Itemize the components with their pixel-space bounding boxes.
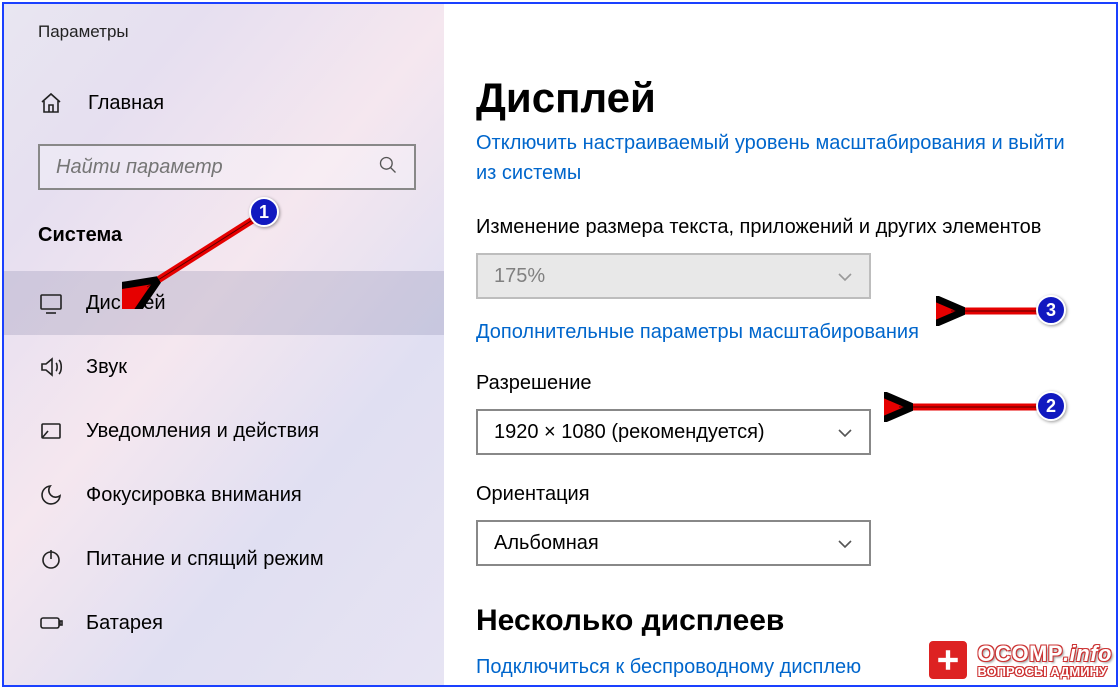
sound-icon xyxy=(38,354,64,380)
watermark-plus-icon xyxy=(927,639,969,681)
chevron-down-icon xyxy=(837,424,853,440)
scale-value: 175% xyxy=(494,265,545,288)
sidebar-item-focus[interactable]: Фокусировка внимания xyxy=(4,463,444,527)
page-title: Дисплей xyxy=(476,4,1116,122)
annotation-badge-1: 1 xyxy=(249,197,279,227)
annotation-arrow-2 xyxy=(884,392,1054,422)
home-label: Главная xyxy=(88,92,164,115)
sidebar-item-power[interactable]: Питание и спящий режим xyxy=(4,527,444,591)
power-icon xyxy=(38,546,64,572)
sidebar-item-label: Фокусировка внимания xyxy=(86,484,302,507)
orientation-label: Ориентация xyxy=(476,483,1116,506)
battery-icon xyxy=(38,610,64,636)
disable-custom-scaling-link[interactable]: Отключить настраиваемый уровень масштаби… xyxy=(476,128,1116,188)
resolution-value: 1920 × 1080 (рекомендуется) xyxy=(494,421,765,444)
watermark-tagline: ВОПРОСЫ АДМИНУ xyxy=(977,665,1112,678)
notifications-icon xyxy=(38,418,64,444)
app-title: Параметры xyxy=(4,4,444,42)
sidebar-item-battery[interactable]: Батарея xyxy=(4,591,444,655)
display-icon xyxy=(38,290,64,316)
sidebar-item-label: Питание и спящий режим xyxy=(86,548,324,571)
sidebar-item-notifications[interactable]: Уведомления и действия xyxy=(4,399,444,463)
sidebar-item-sound[interactable]: Звук xyxy=(4,335,444,399)
search-input[interactable] xyxy=(56,156,366,179)
resolution-dropdown[interactable]: 1920 × 1080 (рекомендуется) xyxy=(476,409,871,455)
chevron-down-icon xyxy=(837,268,853,284)
multiple-displays-header: Несколько дисплеев xyxy=(476,604,1116,638)
home-icon xyxy=(38,90,64,116)
scale-label: Изменение размера текста, приложений и д… xyxy=(476,216,1116,239)
home-nav[interactable]: Главная xyxy=(4,90,444,116)
annotation-badge-3: 3 xyxy=(1036,295,1066,325)
watermark: OCOMP.info ВОПРОСЫ АДМИНУ xyxy=(927,639,1112,681)
sidebar-item-label: Уведомления и действия xyxy=(86,420,319,443)
annotation-badge-2: 2 xyxy=(1036,391,1066,421)
settings-content: Дисплей Отключить настраиваемый уровень … xyxy=(444,4,1116,685)
search-icon xyxy=(378,155,398,180)
orientation-dropdown[interactable]: Альбомная xyxy=(476,520,871,566)
nav-list: Дисплей Звук Уведомления и действия Фоку… xyxy=(4,271,444,655)
sidebar-item-label: Батарея xyxy=(86,612,163,635)
scale-dropdown: 175% xyxy=(476,253,871,299)
chevron-down-icon xyxy=(837,535,853,551)
watermark-brand: OCOMP.info xyxy=(977,643,1112,665)
settings-sidebar: Параметры Главная Система xyxy=(4,4,444,685)
search-box[interactable] xyxy=(38,144,416,190)
focus-icon xyxy=(38,482,64,508)
sidebar-item-label: Звук xyxy=(86,356,127,379)
orientation-value: Альбомная xyxy=(494,532,599,555)
